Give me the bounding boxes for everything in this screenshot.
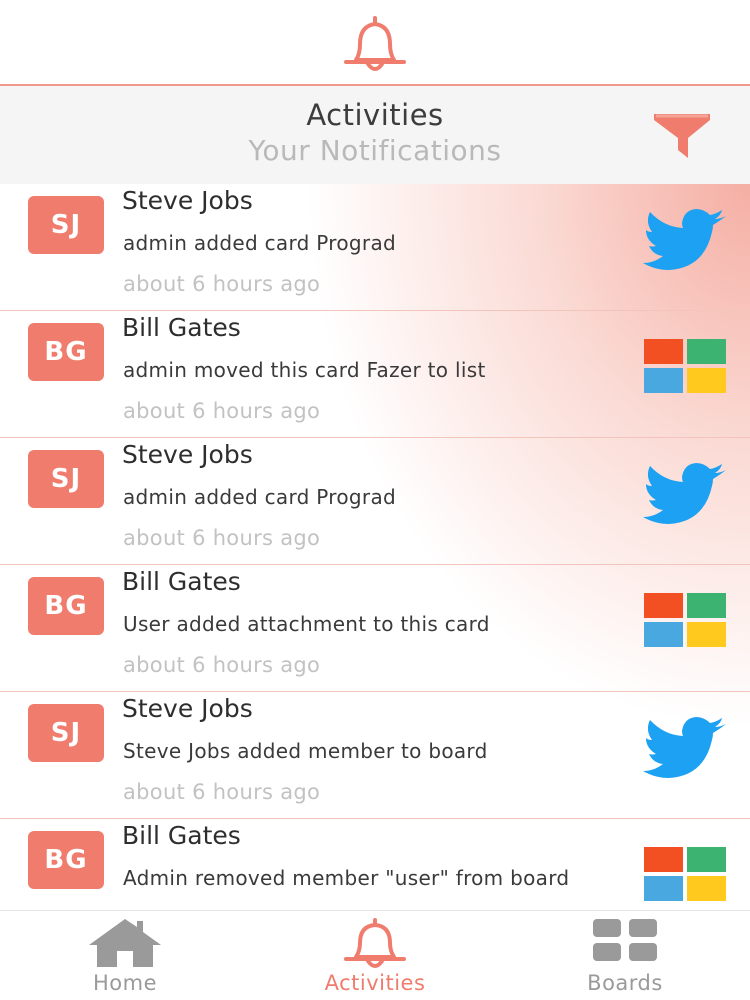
windows-icon (644, 339, 726, 393)
avatar: BG (28, 831, 104, 889)
notification-action: admin added card Prograd (123, 231, 397, 255)
notification-time: about 6 hours ago (123, 272, 321, 296)
twitter-icon (643, 209, 726, 270)
tab-boards[interactable]: Boards (525, 911, 725, 1000)
notification-item[interactable]: BG Bill Gates User added attachment to t… (0, 565, 750, 692)
tab-bar: Home Activities Boards (0, 910, 750, 1000)
windows-icon (644, 593, 726, 647)
windows-icon (644, 847, 726, 901)
notification-time: about 6 hours ago (123, 653, 321, 677)
notification-item[interactable]: BG Bill Gates admin moved this card Faze… (0, 311, 750, 438)
avatar: BG (28, 323, 104, 381)
avatar: BG (28, 577, 104, 635)
bell-icon (344, 918, 406, 968)
twitter-icon (643, 717, 726, 778)
notification-action: User added attachment to this card (123, 612, 490, 636)
notification-list: SJ Steve Jobs admin added card Prograd a… (0, 184, 750, 910)
notification-time: about 6 hours ago (123, 780, 321, 804)
filter-icon[interactable] (650, 110, 714, 162)
notification-item[interactable]: SJ Steve Jobs admin added card Prograd a… (0, 184, 750, 311)
twitter-icon (643, 463, 726, 524)
page-header: Activities Your Notifications (0, 86, 750, 184)
tab-label: Boards (587, 971, 663, 995)
top-bar (0, 0, 750, 86)
notification-action: admin moved this card Fazer to list (123, 358, 486, 382)
notification-action: admin added card Prograd (123, 485, 397, 509)
notification-item[interactable]: SJ Steve Jobs Steve Jobs added member to… (0, 692, 750, 819)
tab-activities[interactable]: Activities (275, 911, 475, 1000)
notification-sender: Bill Gates (122, 821, 241, 850)
notification-time: about 6 hours ago (123, 526, 321, 550)
page-subtitle: Your Notifications (248, 134, 502, 167)
notification-action: Steve Jobs added member to board (123, 739, 488, 763)
tab-label: Home (92, 971, 157, 995)
notification-item[interactable]: BG Bill Gates Admin removed member "user… (0, 819, 750, 910)
notification-action: Admin removed member "user" from board (123, 866, 570, 890)
avatar: SJ (28, 450, 104, 508)
bell-icon (344, 16, 406, 71)
notification-sender: Steve Jobs (122, 440, 253, 469)
tab-label: Activities (324, 971, 426, 995)
grid-icon (593, 919, 657, 961)
notification-sender: Steve Jobs (122, 186, 253, 215)
notification-item[interactable]: SJ Steve Jobs admin added card Prograd a… (0, 438, 750, 565)
avatar: SJ (28, 196, 104, 254)
page-title: Activities (306, 98, 444, 132)
notification-sender: Steve Jobs (122, 694, 253, 723)
notification-time: about 6 hours ago (123, 399, 321, 423)
notification-sender: Bill Gates (122, 313, 241, 342)
tab-home[interactable]: Home (25, 911, 225, 1000)
home-icon (89, 919, 161, 967)
avatar: SJ (28, 704, 104, 762)
notification-sender: Bill Gates (122, 567, 241, 596)
